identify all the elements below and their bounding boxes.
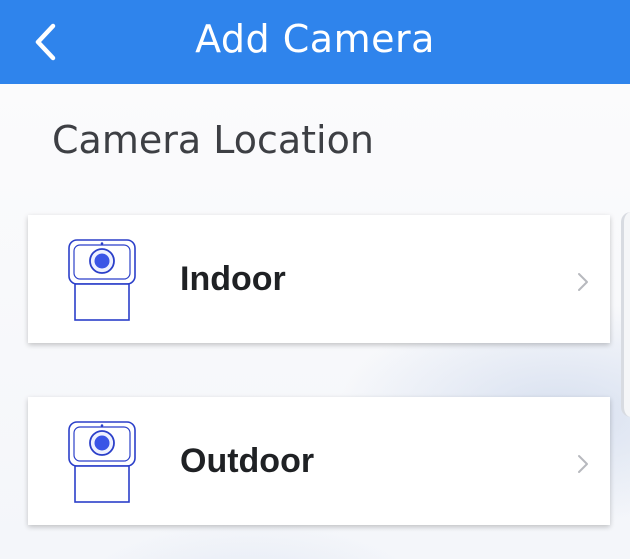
indoor-label: Indoor — [180, 260, 286, 298]
camera-icon — [68, 421, 136, 503]
scroll-edge — [621, 212, 630, 417]
camera-icon — [68, 239, 136, 321]
chevron-right-icon — [578, 273, 588, 291]
section-title: Camera Location — [52, 118, 374, 162]
outdoor-label: Outdoor — [180, 442, 315, 480]
page-title: Add Camera — [195, 17, 435, 61]
location-option-indoor[interactable]: Indoor — [28, 215, 610, 343]
app-header: Add Camera — [0, 0, 630, 84]
location-option-outdoor[interactable]: Outdoor — [28, 397, 610, 525]
chevron-right-icon — [578, 455, 588, 473]
